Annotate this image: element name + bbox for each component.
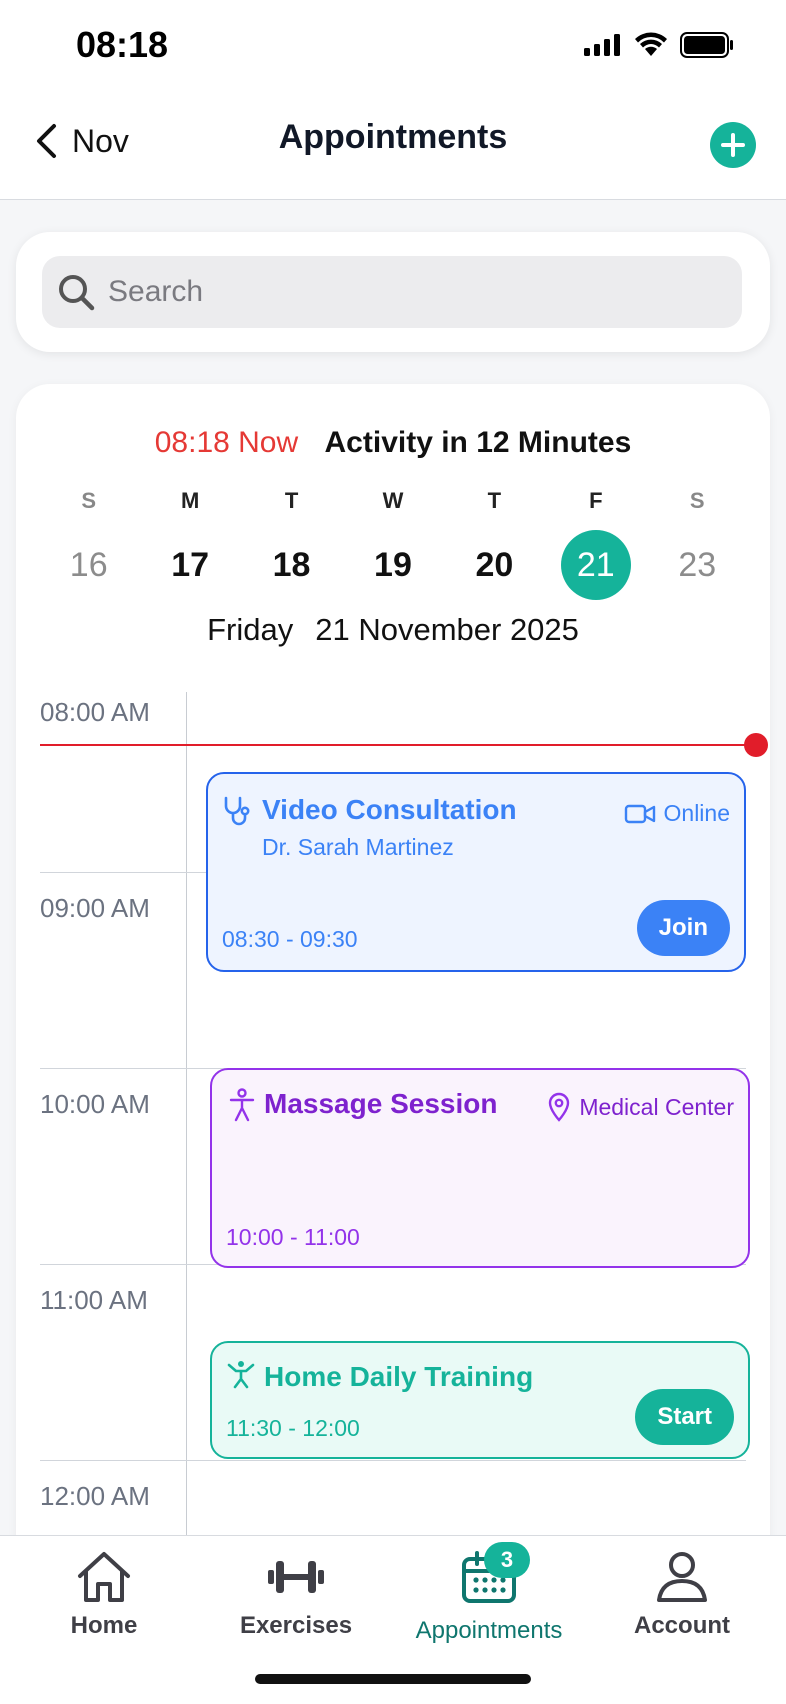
tab-exercises-label: Exercises [239, 1612, 353, 1639]
search-box[interactable] [42, 256, 742, 328]
day-thursday[interactable]: T 20 [444, 484, 545, 600]
day-number-selected: 21 [560, 530, 631, 600]
start-button[interactable]: Start [635, 1389, 734, 1445]
day-number: 19 [374, 545, 412, 584]
day-letter: M [180, 488, 200, 513]
status-icons [584, 32, 734, 58]
join-button[interactable]: Join [636, 900, 730, 956]
now-banner: 08:18 Now Activity in 12 Minutes [16, 426, 770, 460]
event-time: 10:00 - 11:00 [226, 1224, 360, 1250]
search-card [16, 232, 770, 352]
tab-appointments-label: Appointments [415, 1617, 563, 1644]
event-mode: Online [624, 800, 730, 827]
event-mode-label: Online [663, 800, 730, 826]
location-pin-icon [549, 1092, 570, 1122]
home-icon [78, 1552, 130, 1602]
next-activity-text: Activity in 12 Minutes [324, 426, 632, 459]
day-letter: S [689, 488, 705, 513]
event-title: Massage Session [264, 1088, 498, 1119]
current-time-dot [744, 733, 768, 757]
appointments-icon-wrap: 3 [460, 1542, 530, 1609]
day-letter: T [487, 488, 502, 513]
tab-appointments[interactable]: 3 Appointments [409, 1542, 569, 1645]
tab-account[interactable]: Account [602, 1550, 762, 1640]
event-home-training[interactable]: Home Daily Training 11:30 - 12:00 Start [210, 1341, 750, 1459]
selected-weekday: Friday [207, 612, 294, 647]
day-wednesday[interactable]: W 19 [342, 484, 443, 600]
current-time-line [40, 744, 756, 746]
navigation-bar: Nov Appointments [0, 100, 786, 200]
event-doctor: Dr. Sarah Martinez [262, 834, 454, 860]
day-monday[interactable]: M 17 [139, 484, 240, 600]
day-saturday[interactable]: S 23 [647, 484, 748, 600]
hour-label: 11:00 AM [40, 1285, 148, 1315]
hour-label: 08:00 AM [40, 697, 150, 727]
day-letter: T [284, 488, 299, 513]
appointments-badge: 3 [484, 1542, 530, 1578]
status-bar: 08:18 [0, 0, 786, 100]
page-title: Appointments [278, 118, 508, 156]
day-letter: F [589, 488, 603, 513]
tab-home-label: Home [70, 1612, 138, 1639]
day-number: 16 [69, 545, 108, 584]
plus-icon [721, 133, 745, 157]
day-letter: W [382, 488, 404, 513]
day-friday-selected[interactable]: F 21 [545, 484, 646, 600]
exercise-figure-icon [227, 1361, 255, 1389]
status-time: 08:18 [76, 24, 169, 65]
event-massage-session[interactable]: Massage Session Medical Center 10:00 - 1… [210, 1068, 750, 1268]
event-title: Home Daily Training [264, 1361, 534, 1392]
signal-icon [584, 34, 620, 56]
event-location: Medical Center [547, 1092, 734, 1122]
day-tuesday[interactable]: T 18 [241, 484, 342, 600]
hour-divider [40, 1460, 746, 1461]
day-number: 20 [475, 545, 514, 584]
tab-home[interactable]: Home [24, 1550, 184, 1640]
dumbbell-icon [268, 1561, 324, 1593]
home-indicator [255, 1674, 531, 1684]
add-appointment-button[interactable] [710, 122, 756, 168]
event-location-label: Medical Center [579, 1093, 734, 1120]
day-number: 17 [171, 545, 210, 584]
tab-account-label: Account [634, 1612, 730, 1639]
tab-exercises[interactable]: Exercises [216, 1550, 376, 1640]
day-letter: S [81, 488, 97, 513]
hour-label: 10:00 AM [40, 1089, 150, 1119]
search-icon [59, 275, 95, 311]
account-icon [657, 1552, 707, 1602]
hour-label: 12:00 AM [40, 1481, 150, 1511]
person-icon [229, 1088, 255, 1122]
day-number: 18 [272, 545, 311, 584]
selected-full-date: 21 November 2025 [315, 612, 579, 647]
event-title: Video Consultation [262, 794, 517, 825]
wifi-icon [635, 32, 667, 56]
video-camera-icon [624, 804, 655, 823]
week-strip: S 16 M 17 T 18 W 19 T 20 F 21 S 23 [38, 484, 748, 600]
search-input[interactable] [108, 275, 708, 309]
day-sunday[interactable]: S 16 [38, 484, 139, 600]
day-number: 23 [678, 545, 717, 584]
now-time: 08:18 Now [154, 426, 299, 459]
hour-label: 09:00 AM [40, 893, 150, 923]
event-time: 11:30 - 12:00 [226, 1415, 360, 1441]
battery-icon [680, 32, 733, 58]
selected-date: Friday 21 November 2025 [16, 612, 770, 648]
event-video-consultation[interactable]: Video Consultation Dr. Sarah Martinez On… [206, 772, 746, 972]
timeline-divider [186, 692, 187, 1552]
event-time: 08:30 - 09:30 [222, 926, 358, 952]
stethoscope-icon [224, 796, 250, 826]
